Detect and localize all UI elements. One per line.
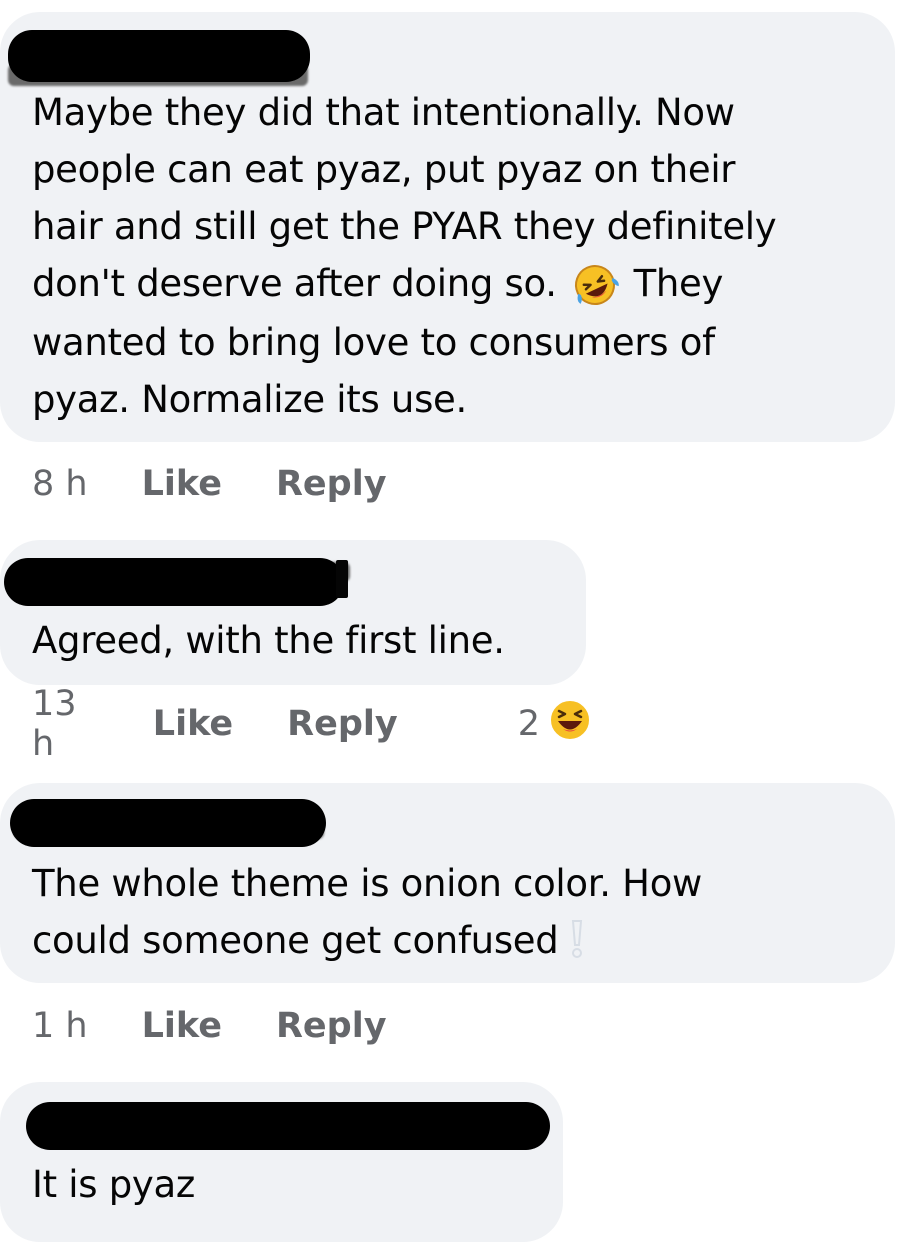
reaction-count: 2 <box>517 704 540 744</box>
rofl-emoji-icon <box>568 257 622 314</box>
laughing-emoji-icon <box>548 698 592 751</box>
comment-meta-2: 13 h Like Reply 2 <box>32 684 592 764</box>
comment-text: It is pyaz <box>32 1163 195 1206</box>
like-button[interactable]: Like <box>153 704 233 744</box>
comment-timestamp[interactable]: 13 h <box>32 684 99 764</box>
author-name-redacted[interactable] <box>8 30 310 82</box>
reply-button[interactable]: Reply <box>276 1006 387 1046</box>
comment-meta-1: 8 h Like Reply <box>32 458 387 510</box>
comment-text-body: The whole theme is onion color. How coul… <box>32 862 703 962</box>
author-name-redacted[interactable] <box>10 799 326 847</box>
author-name-visible-tail <box>336 560 348 598</box>
author-name-redacted[interactable] <box>26 1102 550 1150</box>
like-button[interactable]: Like <box>142 1006 222 1046</box>
reply-button[interactable]: Reply <box>276 464 387 504</box>
comment-timestamp[interactable]: 1 h <box>32 1006 88 1046</box>
exclamation-icon <box>570 918 584 958</box>
comment-meta-3: 1 h Like Reply <box>32 1000 387 1052</box>
author-name-redacted[interactable] <box>4 558 344 606</box>
comment-timestamp[interactable]: 8 h <box>32 464 88 504</box>
comment-text: The whole theme is onion color. How coul… <box>32 855 872 969</box>
comment-bubble-4: It is pyaz <box>0 1082 563 1242</box>
reply-button[interactable]: Reply <box>287 704 398 744</box>
comment-text: Maybe they did that intentionally. Now p… <box>32 84 882 428</box>
comment-bubble-1: Maybe they did that intentionally. Now p… <box>0 12 895 442</box>
reaction-summary[interactable]: 2 <box>518 698 592 751</box>
comment-bubble-2: Agreed, with the first line. <box>0 540 586 685</box>
like-button[interactable]: Like <box>142 464 222 504</box>
comment-bubble-3: The whole theme is onion color. How coul… <box>0 783 895 983</box>
comment-text: Agreed, with the first line. <box>32 619 505 662</box>
